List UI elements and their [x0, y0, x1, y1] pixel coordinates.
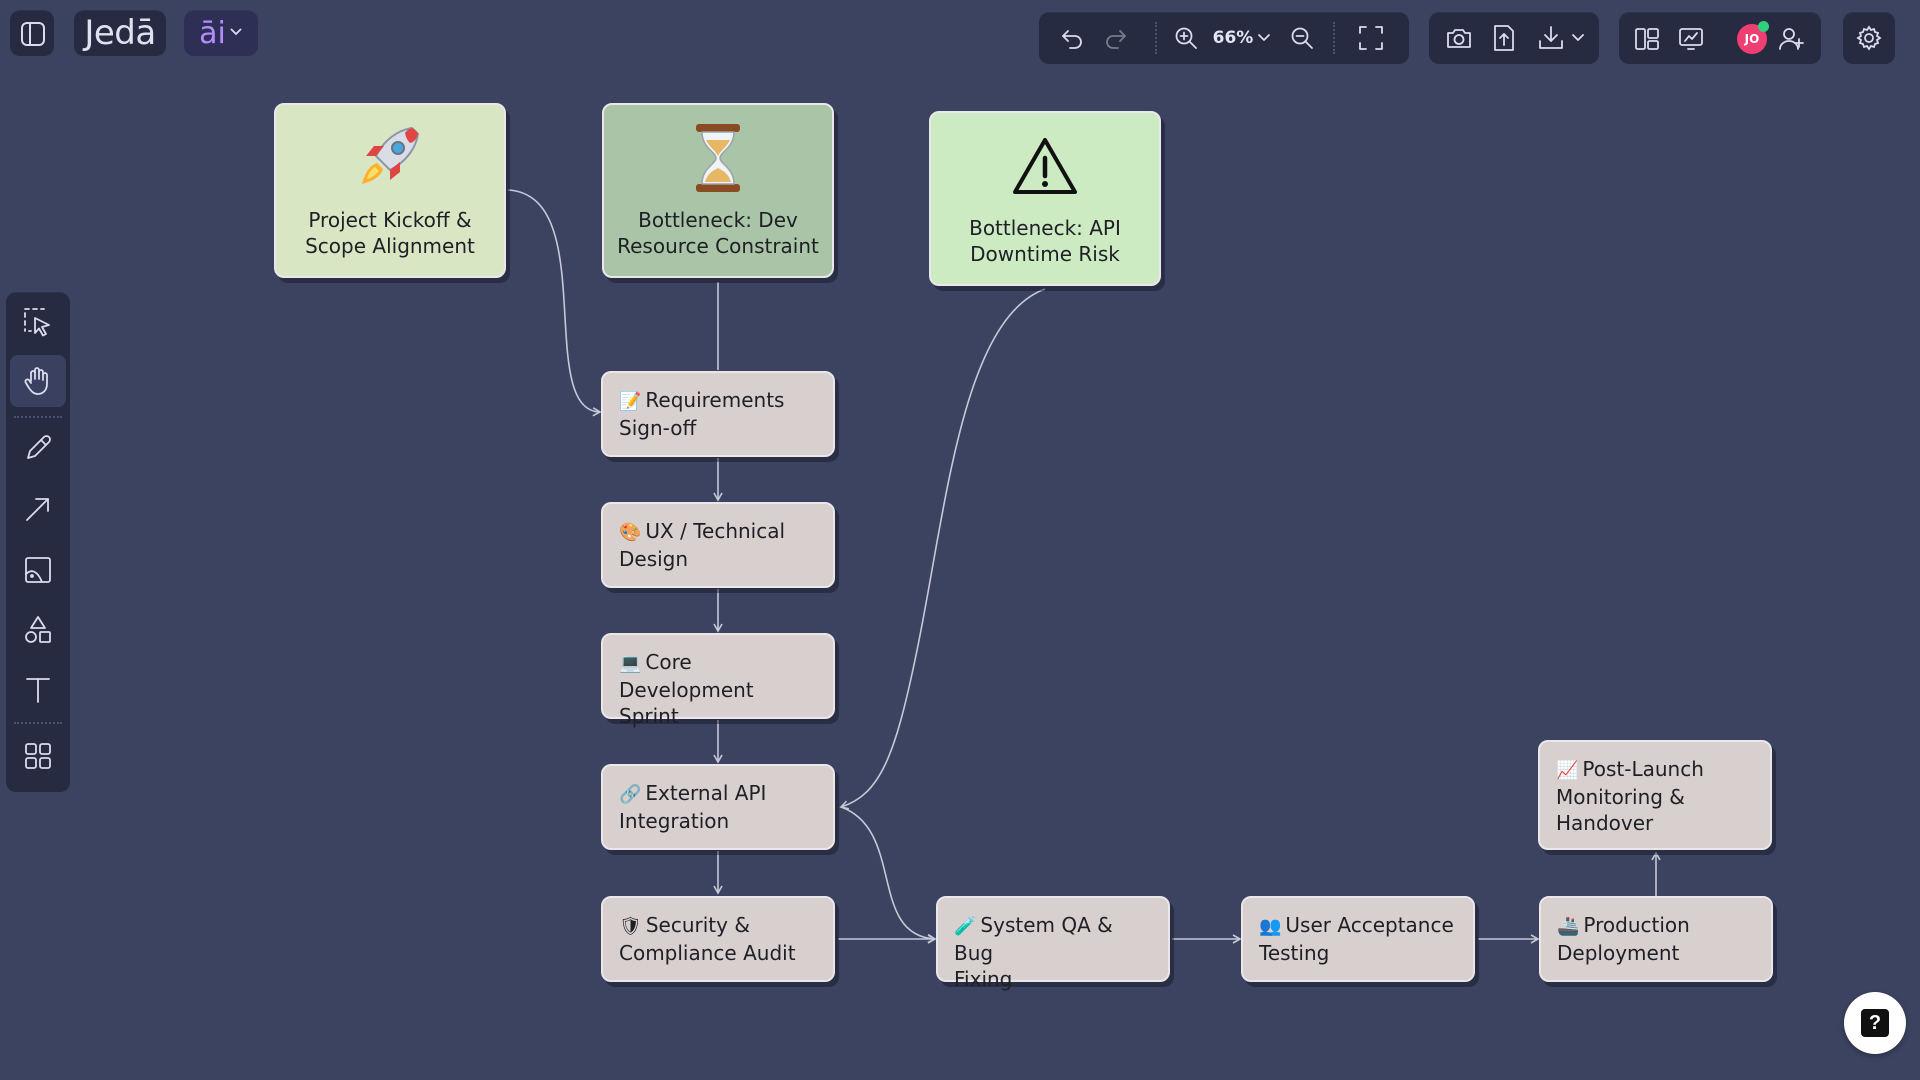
- layout-icon: [1635, 28, 1659, 50]
- palette-icon: 🎨: [619, 522, 642, 543]
- pencil-icon: [27, 435, 51, 459]
- zoom-level-dropdown[interactable]: 66%: [1211, 24, 1273, 52]
- node-production-deployment[interactable]: 🚢 Production Deployment: [1539, 896, 1773, 982]
- test-tube-icon: 🧪: [954, 916, 977, 937]
- redo-button[interactable]: [1101, 24, 1131, 52]
- node-core-development[interactable]: 💻 Core Development Sprint: [601, 633, 835, 728]
- hourglass-icon: [688, 115, 748, 201]
- arrow-tool[interactable]: [16, 487, 60, 531]
- settings-button[interactable]: [1843, 12, 1895, 64]
- image-icon: [25, 557, 51, 583]
- shapes-tool[interactable]: [16, 608, 60, 652]
- chart-up-icon: 📈: [1556, 760, 1579, 781]
- ai-label: āi: [199, 15, 226, 51]
- layout-toggle-button[interactable]: [1631, 24, 1663, 54]
- chevron-down-icon: [1572, 34, 1584, 41]
- node-security-audit[interactable]: 🛡 Security & Compliance Audit: [601, 896, 835, 982]
- camera-icon: [1447, 29, 1471, 48]
- node-api-bottleneck[interactable]: Bottleneck: API Downtime Risk: [929, 111, 1161, 286]
- node-title: Bottleneck: Dev Resource Constraint: [617, 208, 819, 258]
- drawing-toolbar: [6, 292, 70, 792]
- chevron-down-icon: [229, 24, 243, 43]
- presentation-icon: [1679, 28, 1703, 50]
- link-icon: 🔗: [619, 784, 642, 805]
- logo[interactable]: Jedā: [74, 10, 166, 56]
- node-requirements-signoff[interactable]: 📝 Requirements Sign-off: [601, 371, 835, 457]
- zoom-level-value: 66%: [1212, 28, 1254, 48]
- avatar-initials: JO: [1744, 32, 1760, 46]
- connector-kickoff-to-requirements: [507, 189, 602, 417]
- redo-icon: [1106, 30, 1126, 49]
- fullscreen-icon: [1359, 26, 1383, 50]
- export-toolbar: [1429, 12, 1599, 64]
- chevron-down-icon: [1258, 34, 1271, 41]
- node-title: UX / Technical Design: [619, 519, 786, 571]
- zoom-in-icon: [1175, 27, 1197, 49]
- download-dropdown[interactable]: [1531, 22, 1591, 54]
- hand-tool[interactable]: [10, 355, 66, 407]
- view-collab-toolbar: JO: [1619, 12, 1821, 64]
- text-tool[interactable]: [16, 668, 60, 712]
- fit-to-screen-button[interactable]: [1355, 23, 1387, 53]
- zoom-in-button[interactable]: [1171, 24, 1201, 52]
- undo-button[interactable]: [1057, 24, 1087, 52]
- select-tool[interactable]: [16, 300, 60, 344]
- help-button[interactable]: ?: [1844, 992, 1906, 1054]
- node-user-acceptance-testing[interactable]: 👥 User Acceptance Testing: [1241, 896, 1475, 982]
- node-title: System QA & Bug Fixing: [954, 913, 1113, 991]
- node-project-kickoff[interactable]: Project Kickoff & Scope Alignment: [274, 103, 506, 278]
- node-title: Bottleneck: API Downtime Risk: [969, 216, 1121, 266]
- ai-menu-button[interactable]: āi: [184, 10, 258, 56]
- text-icon: [26, 678, 50, 703]
- node-title: User Acceptance Testing: [1259, 913, 1454, 965]
- image-tool[interactable]: [16, 548, 60, 592]
- pencil-tool[interactable]: [16, 426, 60, 470]
- grid-icon: [25, 743, 51, 769]
- shapes-icon: [25, 616, 51, 643]
- invite-user-button[interactable]: [1775, 24, 1807, 54]
- online-status-dot: [1758, 21, 1769, 32]
- gear-icon: [1855, 24, 1883, 56]
- logo-text: Jedā: [84, 13, 156, 53]
- connector-api-to-qa: [840, 806, 937, 944]
- node-system-qa[interactable]: 🧪 System QA & Bug Fixing: [936, 896, 1170, 991]
- warning-icon: [1010, 123, 1080, 209]
- rocket-icon: [350, 115, 430, 201]
- ship-icon: 🚢: [1557, 916, 1580, 937]
- users-icon: 👥: [1259, 916, 1282, 937]
- zoom-out-button[interactable]: [1287, 24, 1317, 52]
- arrow-icon: [26, 498, 49, 521]
- node-ux-technical-design[interactable]: 🎨 UX / Technical Design: [601, 502, 835, 588]
- help-label: ?: [1868, 1011, 1882, 1034]
- history-zoom-toolbar: 66%: [1039, 12, 1409, 64]
- node-title: Project Kickoff & Scope Alignment: [305, 208, 475, 258]
- undo-icon: [1062, 30, 1082, 49]
- node-title: Requirements Sign-off: [619, 388, 785, 440]
- templates-tool[interactable]: [16, 734, 60, 778]
- node-title: External API Integration: [619, 781, 767, 833]
- node-dev-bottleneck[interactable]: Bottleneck: Dev Resource Constraint: [602, 103, 834, 278]
- help-icon: ?: [1861, 1009, 1889, 1037]
- shield-icon: 🛡: [619, 916, 642, 937]
- laptop-icon: 💻: [619, 653, 642, 674]
- node-title: Security & Compliance Audit: [619, 913, 796, 965]
- memo-icon: 📝: [619, 391, 642, 412]
- share-button[interactable]: [1489, 22, 1519, 54]
- select-icon: [24, 308, 50, 337]
- add-user-icon: [1779, 28, 1804, 50]
- node-external-api-integration[interactable]: 🔗 External API Integration: [601, 764, 835, 850]
- upload-icon: [1494, 25, 1514, 51]
- screenshot-button[interactable]: [1443, 24, 1475, 52]
- node-post-launch-monitoring[interactable]: 📈 Post-Launch Monitoring & Handover: [1538, 740, 1772, 850]
- connector-api-bottleneck-to-api: [839, 288, 1046, 810]
- zoom-out-icon: [1291, 27, 1313, 49]
- hand-icon: [24, 367, 48, 395]
- sidebar-toggle-button[interactable]: [10, 10, 54, 56]
- node-title: Post-Launch Monitoring & Handover: [1556, 757, 1704, 835]
- download-icon: [1539, 26, 1563, 49]
- present-button[interactable]: [1675, 24, 1707, 54]
- user-avatar[interactable]: JO: [1737, 21, 1769, 54]
- sidebar-toggle-icon: [19, 20, 47, 52]
